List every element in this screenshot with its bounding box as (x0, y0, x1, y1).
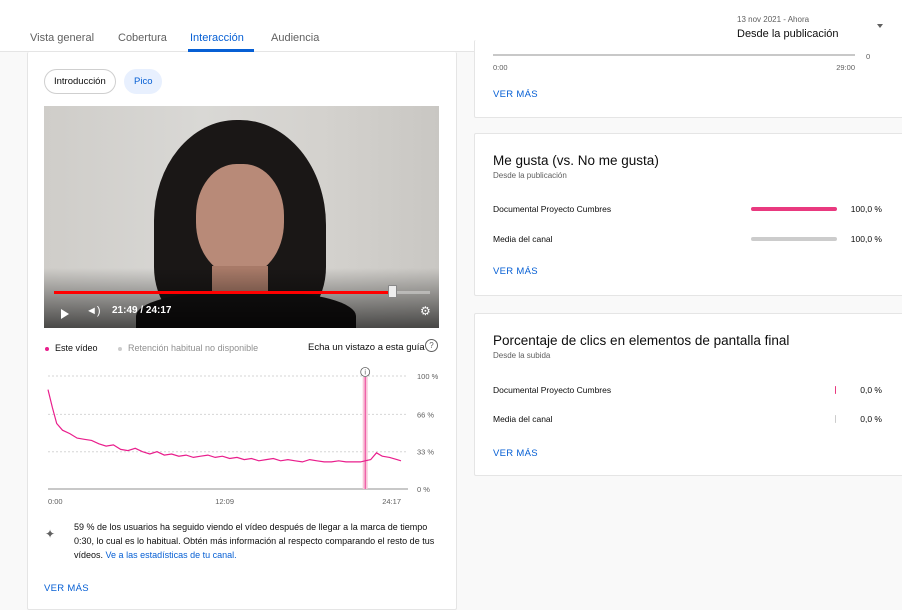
likes-bar-channel (751, 237, 837, 241)
clicks-card-subtitle: Desde la subida (493, 351, 551, 360)
likes-bar-video (751, 207, 837, 211)
top-card-see-more-link[interactable]: VER MÁS (493, 89, 538, 100)
clicks-see-more-link[interactable]: VER MÁS (493, 448, 538, 459)
likes-row-label: Documental Proyecto Cumbres (493, 204, 612, 214)
clicks-row-value: 0,0 % (860, 385, 882, 395)
likes-row-value: 100,0 % (850, 204, 882, 214)
clicks-card-title: Porcentaje de clics en elementos de pant… (493, 333, 790, 348)
clicks-row-value: 0,0 % (860, 414, 882, 424)
clicks-bar-video (835, 386, 836, 394)
likes-row-value: 100,0 % (850, 234, 882, 244)
top-partial-chart: 0:00 29:00 0 (493, 52, 870, 72)
clicks-row-label: Documental Proyecto Cumbres (493, 385, 612, 395)
clicks-row-label: Media del canal (493, 414, 553, 424)
likes-card-title: Me gusta (vs. No me gusta) (493, 153, 659, 168)
likes-row-label: Media del canal (493, 234, 553, 244)
chart-y-tick-label: 0 (866, 52, 870, 61)
chart-x-tick-label: 29:00 (836, 63, 855, 72)
clicks-bar-channel (835, 415, 836, 423)
chart-x-tick-label: 0:00 (493, 63, 508, 72)
likes-see-more-link[interactable]: VER MÁS (493, 266, 538, 277)
likes-card-subtitle: Desde la publicación (493, 171, 567, 180)
